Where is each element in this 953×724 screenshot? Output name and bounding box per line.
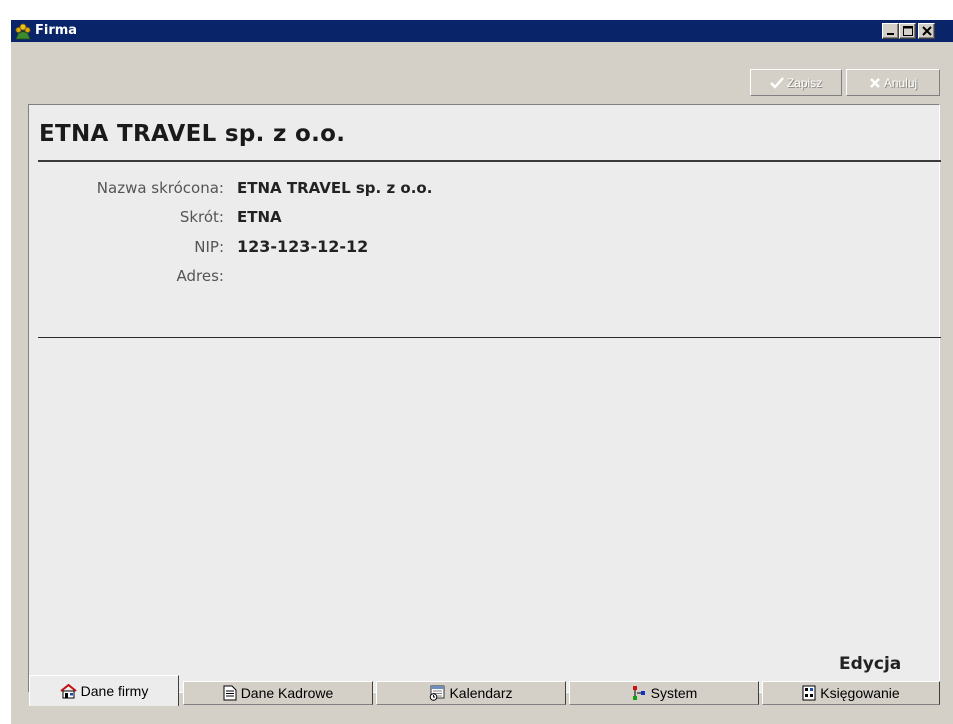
abbreviation-label: Skrót: bbox=[179, 208, 224, 226]
company-details-panel: ETNA TRAVEL sp. z o.o. Nazwa skrócona: E… bbox=[28, 104, 941, 693]
checkmark-icon bbox=[769, 76, 784, 89]
tab-label: System bbox=[650, 685, 698, 701]
tab-label: Dane Kadrowe bbox=[240, 685, 334, 701]
address-label: Adres: bbox=[176, 267, 224, 285]
minimize-button[interactable] bbox=[882, 23, 899, 39]
firma-window: Firma Zapisz Anuluj ETNA TRAVEL sp. z o.… bbox=[10, 19, 953, 724]
company-icon bbox=[14, 22, 32, 40]
short-name-value: ETNA TRAVEL sp. z o.o. bbox=[237, 179, 433, 197]
calculator-icon bbox=[802, 685, 816, 701]
divider bbox=[38, 337, 941, 338]
abbreviation-value: ETNA bbox=[237, 208, 282, 226]
nip-value: 123-123-12-12 bbox=[237, 237, 369, 256]
divider bbox=[38, 160, 941, 162]
window-title: Firma bbox=[35, 23, 78, 38]
tab-dane-kadrowe[interactable]: Dane Kadrowe bbox=[183, 681, 373, 705]
close-icon bbox=[922, 26, 932, 36]
calendar-icon bbox=[430, 685, 445, 701]
close-button[interactable] bbox=[918, 23, 935, 39]
system-icon bbox=[632, 686, 645, 700]
tab-kalendarz[interactable]: Kalendarz bbox=[376, 681, 566, 705]
tab-dane-firmy[interactable]: Dane firmy bbox=[29, 675, 179, 706]
cancel-button[interactable]: Anuluj bbox=[846, 69, 940, 96]
house-icon bbox=[60, 683, 77, 698]
edit-mode-link[interactable]: Edycja bbox=[839, 654, 901, 674]
minimize-icon bbox=[887, 33, 894, 35]
maximize-icon bbox=[903, 26, 913, 36]
save-button[interactable]: Zapisz bbox=[750, 69, 842, 96]
document-icon bbox=[223, 685, 237, 701]
title-bar[interactable]: Firma bbox=[11, 20, 953, 42]
tab-label: Dane firmy bbox=[80, 683, 149, 699]
save-label: Zapisz bbox=[786, 75, 823, 90]
tab-strip: Dane firmy Dane Kadrowe Kalendarz System… bbox=[29, 675, 941, 707]
tab-label: Księgowanie bbox=[820, 685, 900, 701]
tab-ksiegowanie[interactable]: Księgowanie bbox=[762, 681, 940, 705]
short-name-label: Nazwa skrócona: bbox=[96, 179, 224, 197]
company-name-heading: ETNA TRAVEL sp. z o.o. bbox=[39, 121, 346, 147]
nip-label: NIP: bbox=[194, 238, 224, 256]
maximize-button[interactable] bbox=[899, 23, 916, 39]
tab-system[interactable]: System bbox=[569, 681, 759, 705]
cancel-x-icon bbox=[869, 77, 880, 88]
cancel-label: Anuluj bbox=[883, 75, 918, 90]
tab-label: Kalendarz bbox=[449, 685, 513, 701]
